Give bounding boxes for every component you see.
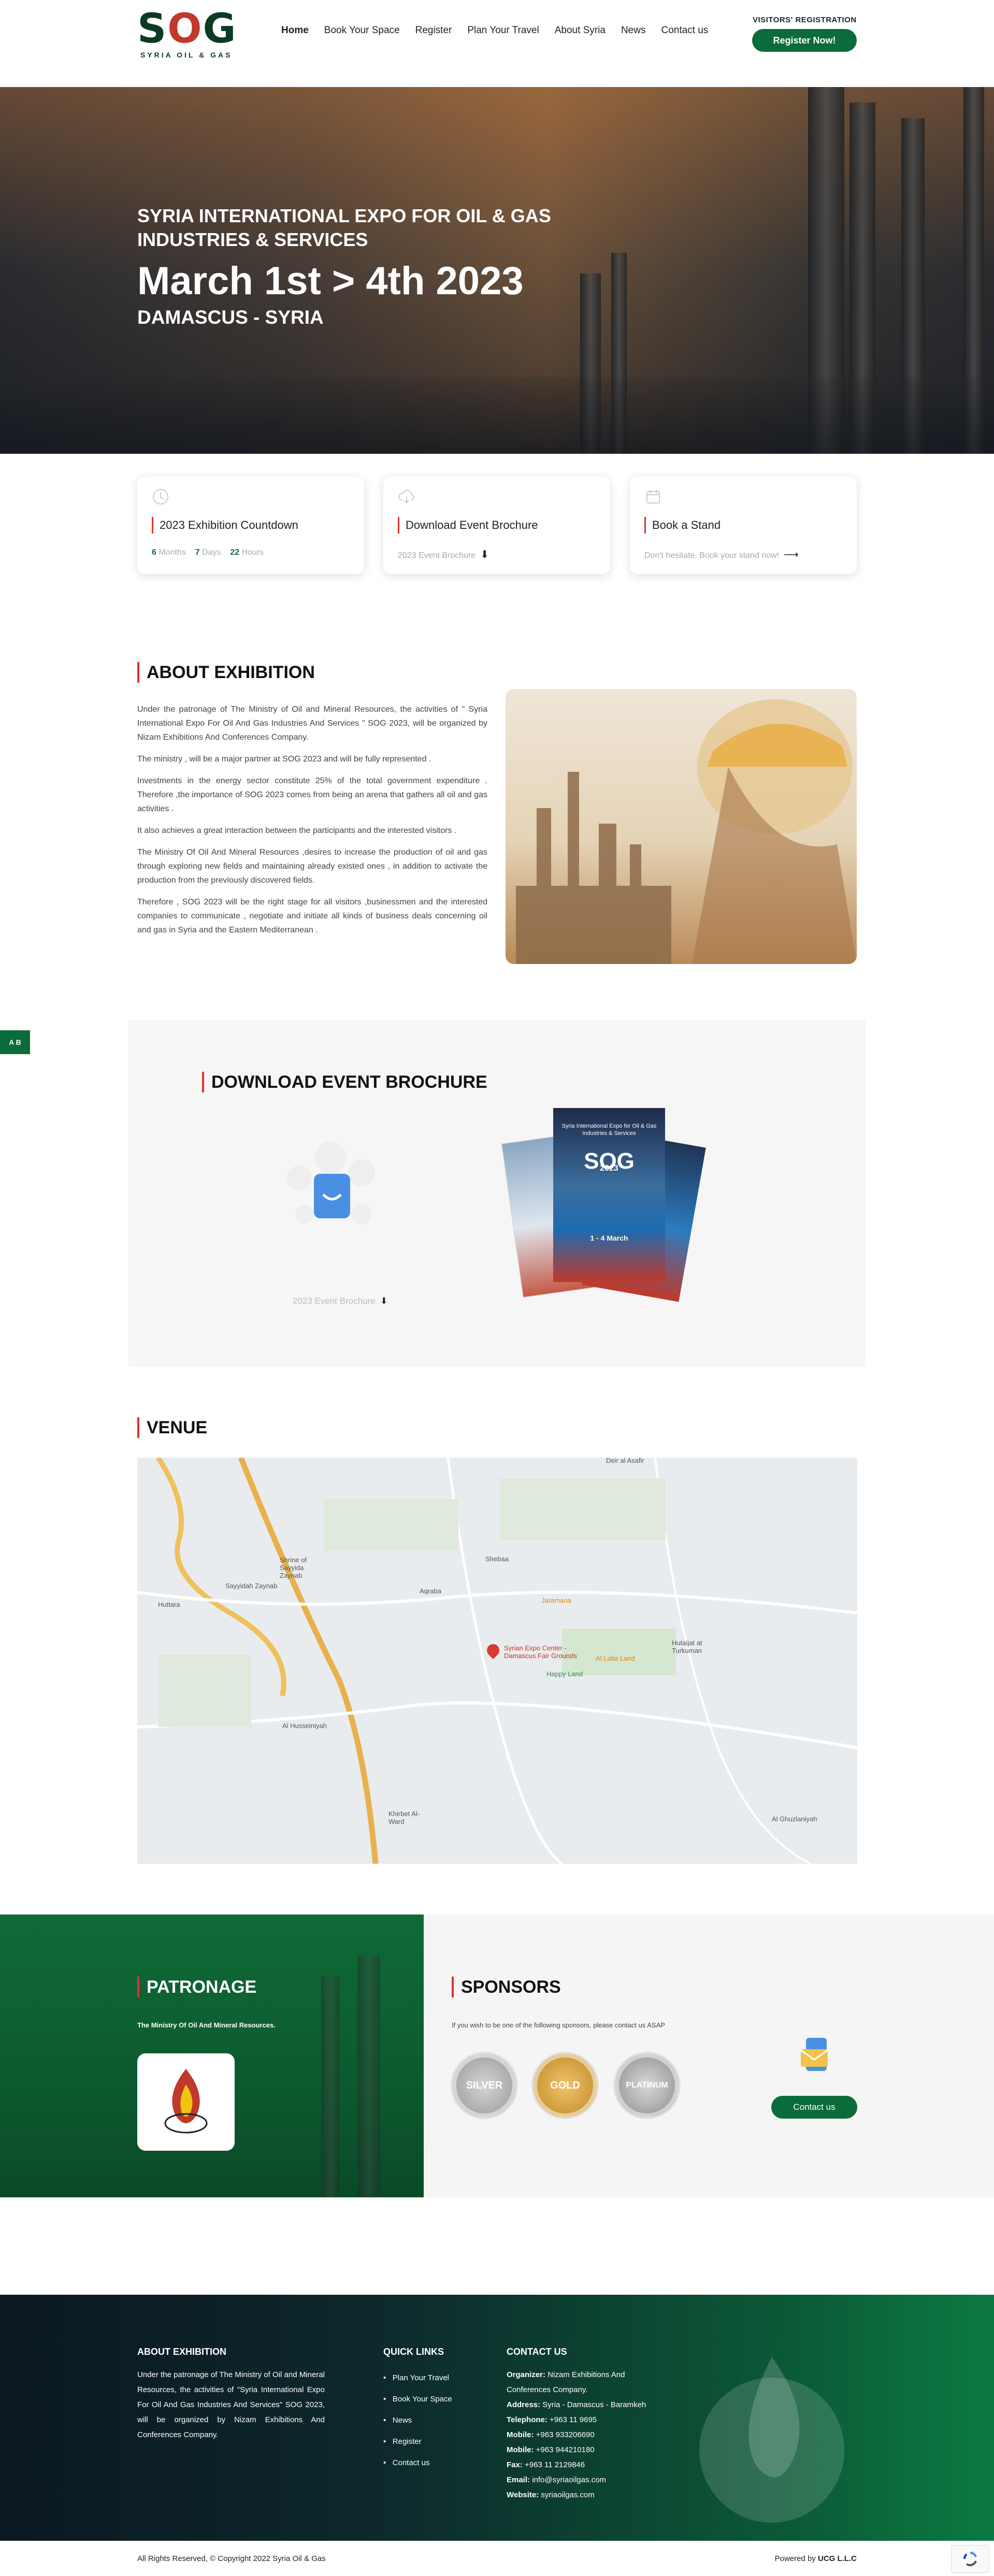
map-label: Shrine of Sayyida Zaynab [280, 1556, 307, 1579]
venue-map[interactable]: Deir al Asafir Shrine of Sayyida Zaynab … [137, 1458, 857, 1864]
about-heading: ABOUT EXHIBITION [137, 662, 315, 683]
powered-by[interactable]: Powered by UCG L.L.C [775, 2554, 857, 2563]
download-brochure-link[interactable]: 2023 Event Brochure ⬇ [398, 548, 489, 561]
platinum-sponsor-medal[interactable]: PLATINUM [615, 2053, 679, 2118]
sog-logo[interactable]: SOG SYRIA OIL & GAS [137, 7, 241, 64]
map-label: Huttara [158, 1601, 180, 1608]
footer-link-contact-us[interactable]: • Contact us [383, 2452, 452, 2473]
download-brochure-title: Download Event Brochure [398, 517, 538, 534]
map-label: Khirbet Al-Ward [388, 1810, 420, 1825]
footer-email-link[interactable]: Email: info@syriaoilgas.com [507, 2472, 662, 2487]
gold-sponsor-medal[interactable]: GOLD [533, 2053, 597, 2118]
sponsors-heading: SPONSORS [452, 1977, 561, 1997]
hero-dates: March 1st > 4th 2023 [137, 259, 524, 303]
shopping-bag-illustration [287, 1142, 375, 1225]
visitors-registration-label: VISITORS' REGISTRATION [753, 16, 857, 24]
brochure-section: DOWNLOAD EVENT BROCHURE 2023 Event Broch… [128, 1020, 866, 1366]
map-label: Aqraba [420, 1587, 441, 1595]
recaptcha-icon [963, 2552, 977, 2566]
logo-tagline: SYRIA OIL & GAS [140, 51, 233, 59]
map-label: Sayyidah Zaynab [225, 1582, 278, 1590]
register-now-button[interactable]: Register Now! [752, 29, 857, 52]
footer-link-news[interactable]: • News [383, 2410, 452, 2431]
nav-plan-your-travel[interactable]: Plan Your Travel [467, 25, 539, 36]
countdown-card: 2023 Exhibition Countdown 6 Months 7 Day… [137, 477, 364, 574]
nav-register[interactable]: Register [415, 25, 452, 36]
mail-illustration [796, 2034, 837, 2075]
footer-link-register[interactable]: • Register [383, 2431, 452, 2452]
silver-sponsor-medal[interactable]: SILVER [452, 2053, 516, 2118]
footer-website-link[interactable]: Website: syriaoilgas.com [507, 2487, 662, 2502]
map-label: Al Ghuzlaniyah [772, 1815, 817, 1823]
main-nav: Home Book Your Space Register Plan Your … [281, 25, 708, 36]
map-label: Shebaa [485, 1555, 509, 1563]
clock-icon [152, 488, 169, 506]
contact-heading: CONTACT US [507, 2347, 567, 2357]
map-label: Al Lafia Land [596, 1654, 635, 1662]
sponsors-section: SPONSORS If you wish to be one of the fo… [424, 1915, 994, 2197]
nav-book-your-space[interactable]: Book Your Space [324, 25, 400, 36]
nav-contact-us[interactable]: Contact us [661, 25, 708, 36]
footer-about-heading: ABOUT EXHIBITION [137, 2347, 227, 2357]
contact-us-button[interactable]: Contact us [771, 2096, 857, 2119]
patronage-text: The Ministry Of Oil And Mineral Resource… [137, 2021, 276, 2029]
hero-location: DAMASCUS - SYRIA [137, 307, 324, 328]
ministry-emblem [137, 2053, 235, 2151]
hero-title: SYRIA INTERNATIONAL EXPO FOR OIL & GAS IN… [137, 205, 551, 250]
contact-details: Organizer: Nizam Exhibitions And Confere… [507, 2367, 662, 2502]
nav-about-syria[interactable]: About Syria [555, 25, 606, 36]
site-header: SOG SYRIA OIL & GAS Home Book Your Space… [0, 0, 994, 87]
map-label: Hutaijat at Turkuman [672, 1639, 702, 1654]
sponsors-text: If you wish to be one of the following s… [452, 2021, 665, 2029]
footer-link-plan-your-travel[interactable]: • Plan Your Travel [383, 2367, 452, 2388]
chimney-graphic [321, 1977, 340, 2197]
calendar-icon [644, 488, 662, 506]
countdown-values: 6 Months 7 Days 22 Hours [152, 548, 264, 557]
map-label: Jaramana [541, 1596, 571, 1604]
map-label: Deir al Asafir [606, 1458, 644, 1464]
countdown-title: 2023 Exhibition Countdown [152, 517, 298, 534]
book-stand-link[interactable]: Don't hesitate, Book your stand now! ⟶ [644, 548, 799, 561]
brochure-download-link[interactable]: 2023 Event Brochure ⬇ [293, 1296, 387, 1306]
footer-about-text: Under the patronage of The Ministry of O… [137, 2370, 325, 2439]
hero-banner: SYRIA INTERNATIONAL EXPO FOR OIL & GAS IN… [0, 87, 994, 454]
engineer-refinery-image [506, 689, 857, 964]
download-icon: ⬇ [380, 1296, 388, 1306]
patronage-section: PATRONAGE The Ministry Of Oil And Minera… [0, 1915, 424, 2197]
map-label: Happy Land [546, 1670, 583, 1678]
patronage-heading: PATRONAGE [137, 1977, 256, 1997]
translate-badge[interactable]: A B [0, 1030, 30, 1054]
footer-link-book-your-space[interactable]: • Book Your Space [383, 2388, 452, 2410]
venue-heading: VENUE [137, 1417, 207, 1438]
brochure-heading: DOWNLOAD EVENT BROCHURE [202, 1072, 487, 1092]
quick-links-list: • Plan Your Travel • Book Your Space • N… [383, 2367, 452, 2473]
refinery-ground [0, 377, 994, 454]
copyright-text: All Rights Reserved, © Copyright 2022 Sy… [137, 2554, 326, 2563]
book-stand-card[interactable]: Book a Stand Don't hesitate, Book your s… [630, 477, 857, 574]
nav-home[interactable]: Home [281, 25, 309, 36]
arrow-right-icon: ⟶ [783, 549, 799, 560]
download-icon: ⬇ [480, 549, 489, 560]
chimney-graphic [357, 1956, 380, 2197]
site-footer: ABOUT EXHIBITION Under the patronage of … [0, 2295, 994, 2541]
recaptcha-badge[interactable] [951, 2545, 989, 2573]
quick-links-heading: QUICK LINKS [383, 2347, 444, 2357]
nav-news[interactable]: News [621, 25, 646, 36]
footer-drop-logo [699, 2357, 844, 2523]
footer-bottom-bar: All Rights Reserved, © Copyright 2022 Sy… [0, 2541, 994, 2576]
about-text: Under the patronage of The Ministry of O… [137, 705, 487, 934]
map-label: Syrian Expo Center - Damascus Fair Groun… [504, 1644, 577, 1660]
brochure-cover-front: Syria International Expo for Oil & Gas I… [553, 1108, 665, 1282]
map-label: Al Husseiniyah [282, 1722, 327, 1730]
cloud-download-icon [398, 488, 415, 506]
book-stand-title: Book a Stand [644, 517, 721, 534]
download-brochure-card[interactable]: Download Event Brochure 2023 Event Broch… [383, 477, 610, 574]
logo-mark: SOG [137, 6, 237, 52]
